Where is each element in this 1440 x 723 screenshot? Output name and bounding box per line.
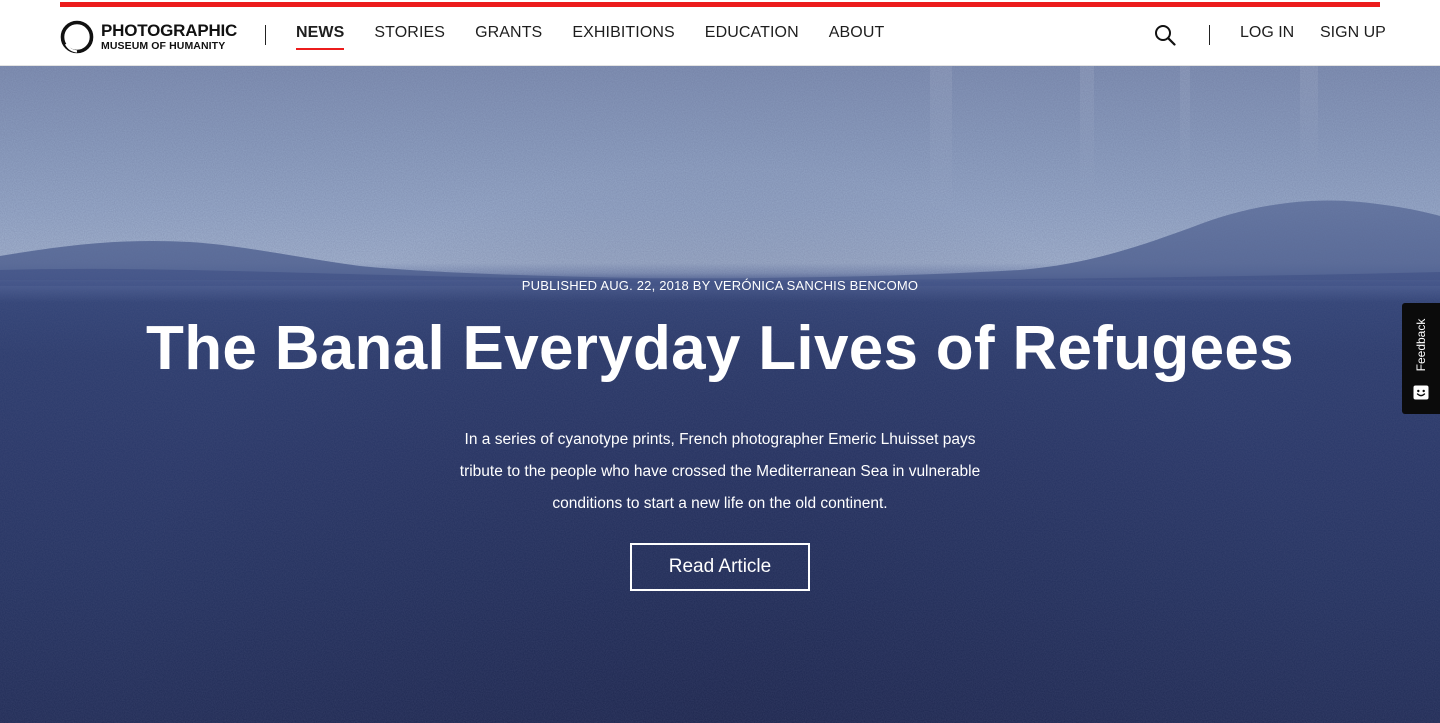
- nav-item-stories[interactable]: STORIES: [374, 0, 445, 66]
- site-header: PHOTOGRAPHIC MUSEUM OF HUMANITY NEWS STO…: [0, 0, 1440, 66]
- search-button[interactable]: [1154, 24, 1176, 46]
- article-summary: In a series of cyanotype prints, French …: [420, 424, 1020, 520]
- search-icon: [1155, 25, 1176, 46]
- nav-item-exhibitions[interactable]: EXHIBITIONS: [572, 0, 674, 66]
- nav-item-education[interactable]: EDUCATION: [705, 0, 799, 66]
- logo-circle-icon: [60, 20, 94, 54]
- hero-banner: PUBLISHED AUG. 22, 2018 BY VERÓNICA SANC…: [0, 66, 1440, 723]
- summary-line: In a series of cyanotype prints, French …: [464, 431, 976, 448]
- article-title: The Banal Everyday Lives of Refugees: [146, 314, 1294, 383]
- main-nav: NEWS STORIES GRANTS EXHIBITIONS EDUCATIO…: [296, 0, 914, 66]
- summary-line: conditions to start a new life on the ol…: [552, 495, 888, 512]
- page: PHOTOGRAPHIC MUSEUM OF HUMANITY NEWS STO…: [0, 0, 1440, 723]
- summary-line: tribute to the people who have crossed t…: [459, 463, 981, 480]
- signup-link[interactable]: SIGN UP: [1320, 0, 1386, 66]
- logo-wordmark: PHOTOGRAPHIC MUSEUM OF HUMANITY: [101, 22, 237, 52]
- nav-item-news[interactable]: NEWS: [296, 0, 345, 66]
- login-link[interactable]: LOG IN: [1240, 0, 1294, 66]
- hero-seascape-image: [0, 66, 1440, 723]
- article-byline: PUBLISHED AUG. 22, 2018 BY VERÓNICA SANC…: [521, 278, 919, 293]
- nav-item-about[interactable]: ABOUT: [829, 0, 885, 66]
- nav-item-grants[interactable]: GRANTS: [475, 0, 542, 66]
- site-logo[interactable]: PHOTOGRAPHIC MUSEUM OF HUMANITY: [60, 20, 237, 54]
- auth-divider: [1209, 25, 1210, 45]
- logo-line-1: PHOTOGRAPHIC: [101, 21, 238, 41]
- read-article-button[interactable]: Read Article: [630, 543, 810, 591]
- header-divider: [265, 25, 266, 45]
- feedback-label: Feedback: [1414, 318, 1428, 372]
- smiley-icon: [1413, 385, 1429, 400]
- logo-line-2: MUSEUM OF HUMANITY: [101, 40, 226, 53]
- feedback-tab[interactable]: Feedback: [1402, 303, 1440, 414]
